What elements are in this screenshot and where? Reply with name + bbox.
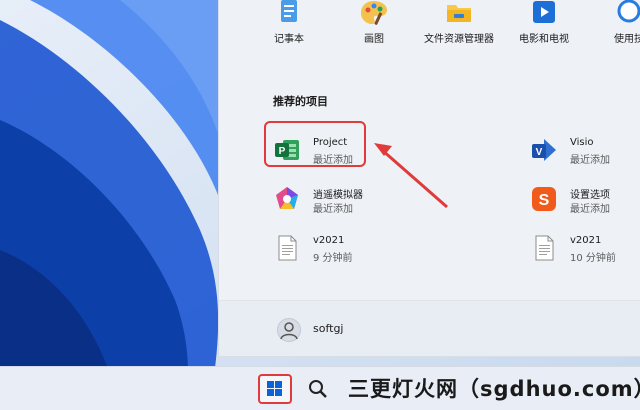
highlight-box: [264, 121, 366, 167]
pinned-app-paint[interactable]: 画图: [334, 0, 414, 48]
movies-tv-icon: [533, 1, 555, 23]
user-bar: softgj: [219, 300, 640, 356]
recommended-item-document[interactable]: v2021 9 分钟前: [273, 229, 423, 269]
search-icon: [309, 380, 327, 398]
recommended-item-subtitle: 最近添加: [313, 204, 353, 215]
watermark: 三更灯火网（sgdhuo.com）: [348, 377, 640, 401]
pinned-app-tips[interactable]: 使用技: [589, 0, 640, 48]
windows-start-icon: [267, 381, 282, 396]
pinned-app-label: 画图: [364, 34, 384, 45]
taskbar: 三更灯火网（sgdhuo.com）: [0, 366, 640, 410]
file-explorer-icon: [447, 5, 471, 22]
notepad-icon: [281, 0, 297, 22]
search-button[interactable]: [304, 375, 332, 403]
recommended-item-visio[interactable]: V Visio 最近添加: [530, 131, 640, 171]
user-avatar-icon: [280, 322, 298, 340]
recommended-item-subtitle: 最近添加: [570, 155, 610, 166]
recommended-item-emulator[interactable]: 逍遥模拟器 最近添加: [273, 180, 423, 220]
start-menu: 记事本 画图 文件资源管理器 电影和电视 使用技 推荐的项目: [218, 0, 640, 357]
pinned-app-label: 文件资源管理器: [424, 34, 494, 45]
sogou-icon: S: [532, 187, 556, 211]
pinned-app-notepad[interactable]: 记事本: [249, 0, 329, 48]
pinned-app-label: 使用技: [614, 34, 640, 45]
start-button[interactable]: [258, 374, 292, 404]
recommended-item-document[interactable]: v2021 10 分钟前: [530, 229, 640, 269]
user-name[interactable]: softgj: [313, 322, 344, 335]
user-avatar[interactable]: [277, 318, 301, 342]
pinned-app-movies-tv[interactable]: 电影和电视: [504, 0, 584, 48]
recommended-item-subtitle: 9 分钟前: [313, 253, 353, 264]
recommended-item-subtitle: 10 分钟前: [570, 253, 616, 264]
paint-icon: [361, 1, 387, 25]
recommended-title: 推荐的项目: [273, 95, 328, 108]
document-icon: [535, 235, 554, 261]
recommended-item-name: v2021: [313, 235, 345, 246]
svg-text:S: S: [539, 192, 550, 209]
pinned-app-label: 电影和电视: [519, 34, 569, 45]
emulator-icon: [276, 187, 298, 209]
document-icon: [278, 235, 297, 261]
svg-text:V: V: [536, 147, 543, 158]
recommended-item-name: 设置选项: [570, 190, 610, 201]
recommended-item-settings[interactable]: S 设置选项 最近添加: [530, 180, 640, 220]
recommended-item-name: Visio: [570, 137, 594, 148]
visio-icon: V: [532, 139, 556, 161]
recommended-item-name: v2021: [570, 235, 602, 246]
recommended-item-name: 逍遥模拟器: [313, 190, 363, 201]
recommended-item-subtitle: 最近添加: [570, 204, 610, 215]
pinned-app-file-explorer[interactable]: 文件资源管理器: [419, 0, 499, 48]
pinned-app-label: 记事本: [274, 34, 304, 45]
tips-icon: [617, 0, 640, 23]
